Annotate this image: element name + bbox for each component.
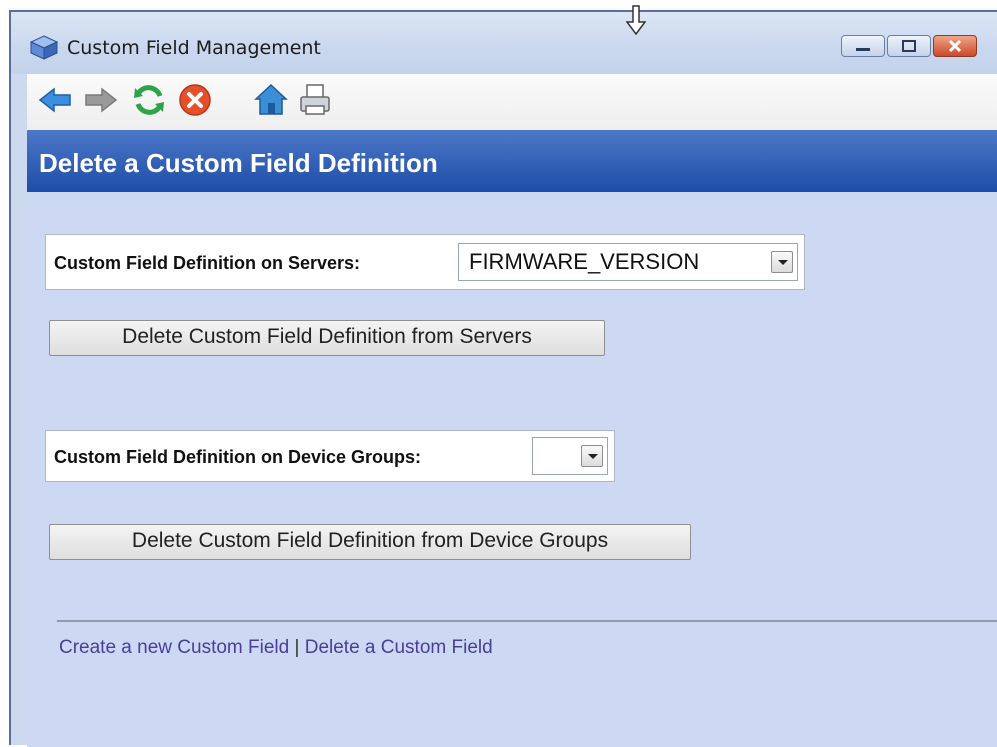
link-separator: | [294, 637, 300, 658]
back-arrow-icon[interactable] [37, 82, 73, 118]
mouse-cursor-icon [625, 5, 647, 36]
app-cube-icon [29, 35, 59, 60]
device-groups-field-select[interactable] [532, 437, 608, 475]
stop-icon[interactable] [177, 82, 213, 118]
servers-field-selected-value: FIRMWARE_VERSION [469, 249, 700, 274]
close-window-button[interactable] [933, 35, 977, 57]
maximize-button[interactable] [887, 35, 931, 57]
delete-custom-field-link[interactable]: Delete a Custom Field [305, 637, 493, 658]
close-icon [948, 39, 962, 53]
create-custom-field-link[interactable]: Create a new Custom Field [59, 637, 289, 658]
minimize-icon [856, 48, 870, 51]
delete-from-servers-button[interactable]: Delete Custom Field Definition from Serv… [49, 320, 605, 356]
chevron-down-icon[interactable] [581, 445, 603, 467]
delete-from-device-groups-button[interactable]: Delete Custom Field Definition from Devi… [49, 524, 691, 560]
minimize-button[interactable] [841, 35, 885, 57]
refresh-icon[interactable] [131, 82, 167, 118]
device-groups-field-row: Custom Field Definition on Device Groups… [45, 430, 615, 482]
servers-field-label: Custom Field Definition on Servers: [54, 253, 361, 273]
window-title: Custom Field Management [67, 37, 321, 59]
page-title: Delete a Custom Field Definition [39, 148, 438, 178]
servers-field-select[interactable]: FIRMWARE_VERSION [458, 243, 798, 281]
forward-arrow-icon[interactable] [83, 82, 119, 118]
print-icon[interactable] [297, 82, 333, 118]
home-icon[interactable] [253, 82, 289, 118]
toolbar [27, 74, 997, 130]
device-groups-field-label: Custom Field Definition on Device Groups… [54, 447, 422, 467]
chevron-down-icon[interactable] [771, 251, 793, 273]
servers-field-row: Custom Field Definition on Servers: FIRM… [45, 234, 805, 290]
divider [57, 620, 997, 622]
content-panel: Custom Field Definition on Servers: FIRM… [27, 192, 997, 747]
page-header-bar: Delete a Custom Field Definition [27, 130, 997, 192]
footer-links: Create a new Custom Field | Delete a Cus… [59, 637, 493, 659]
title-bar[interactable]: Custom Field Management [11, 5, 997, 74]
maximize-icon [902, 40, 916, 52]
app-window: Custom Field Management Delete a Custom … [9, 5, 997, 747]
